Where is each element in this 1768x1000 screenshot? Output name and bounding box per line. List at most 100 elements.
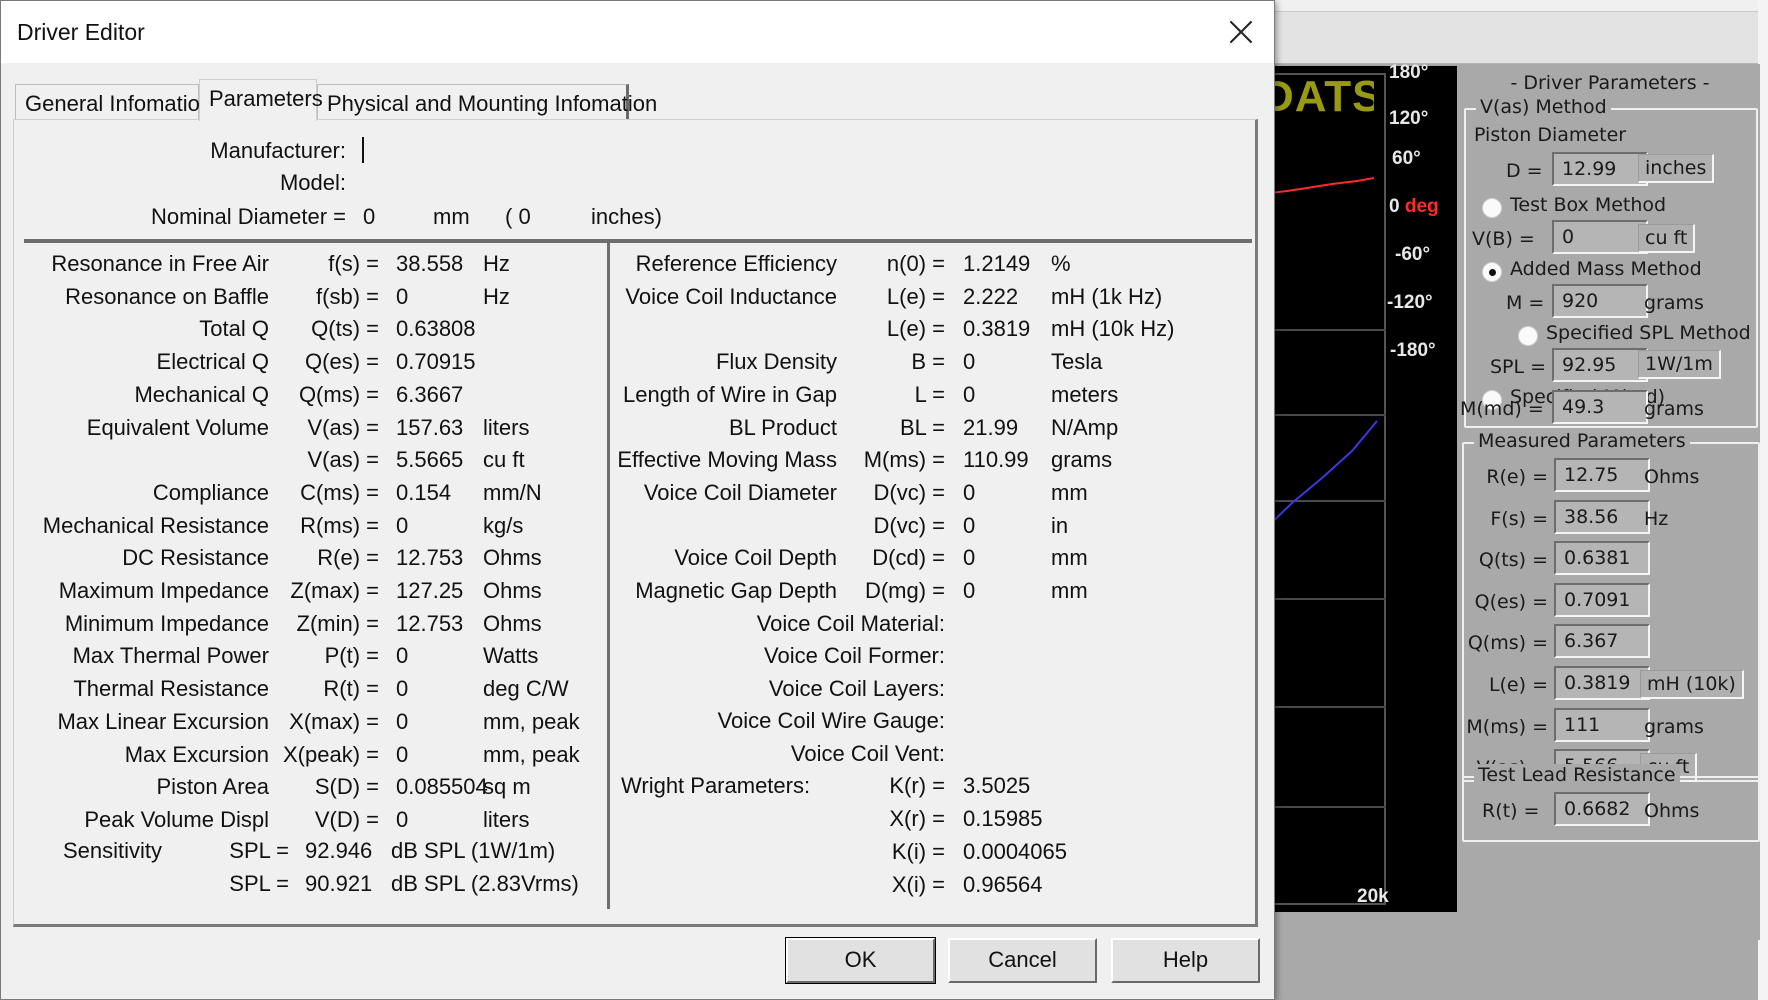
test-lead-resistance-unit: Ohms xyxy=(1644,800,1700,822)
parameter-row: Length of Wire in Gap L = 0 meters xyxy=(1,382,1271,412)
parameter-description: Voice Coil Diameter xyxy=(643,479,837,505)
nominal-diameter-inches-value: ( 0 xyxy=(505,204,531,229)
parameter-unit: mH (10k Hz) xyxy=(1051,316,1175,342)
parameter-unit: N/Amp xyxy=(1051,414,1119,440)
help-button[interactable]: Help xyxy=(1111,938,1260,983)
voice-coil-field-row: Voice Coil Layers: xyxy=(1,676,1271,706)
parameter-symbol: B = xyxy=(911,349,945,375)
test-lead-resistance-field[interactable]: 0.6682 xyxy=(1554,792,1650,826)
phase-tick-label: 120° xyxy=(1389,108,1429,129)
background-toolbar xyxy=(1262,12,1768,64)
graph-traces xyxy=(1262,177,1378,533)
test-box-method-radio[interactable] xyxy=(1482,198,1502,218)
added-mass-field[interactable]: 920 xyxy=(1552,284,1648,318)
parameter-value[interactable]: 0 xyxy=(963,382,1053,408)
wright-parameter-value[interactable]: 3.5025 xyxy=(963,773,1083,799)
parameter-value[interactable]: 0 xyxy=(963,578,1053,604)
header-separator xyxy=(24,239,1252,243)
parameter-value[interactable]: 0.3819 xyxy=(963,316,1053,342)
parameter-unit: grams xyxy=(1051,447,1113,473)
specified-spl-field[interactable]: 92.95 xyxy=(1552,348,1648,382)
parameter-value[interactable]: 0 xyxy=(963,545,1053,571)
manufacturer-field[interactable] xyxy=(367,138,767,166)
measured-parameter-field[interactable]: 6.367 xyxy=(1554,624,1650,659)
voice-coil-field-value[interactable] xyxy=(961,741,1241,769)
parameter-unit: mm xyxy=(1051,545,1088,571)
parameter-description: Length of Wire in Gap xyxy=(622,381,837,407)
parameter-value[interactable]: 110.99 xyxy=(963,447,1053,473)
voice-coil-field-row: Voice Coil Wire Gauge: xyxy=(1,708,1271,738)
phase-zero-label: 0 deg xyxy=(1389,196,1439,218)
manufacturer-label: Manufacturer: xyxy=(210,138,346,163)
parameter-row: Effective Moving Mass M(ms) = 110.99 grams xyxy=(1,447,1271,477)
ok-button[interactable]: OK xyxy=(785,937,936,984)
parameter-value[interactable]: 0 xyxy=(963,480,1053,506)
piston-diameter-field[interactable]: 12.99 xyxy=(1552,152,1648,186)
tab-physical-and-mounting-information[interactable]: Physical and Mounting Infomation xyxy=(317,84,657,120)
specified-spl-method-radio[interactable] xyxy=(1518,326,1538,346)
wright-parameter-value[interactable]: 0.15985 xyxy=(963,806,1083,832)
measured-parameter-field[interactable]: 38.56 xyxy=(1554,499,1650,534)
parameter-value[interactable]: 0 xyxy=(963,513,1053,539)
voice-coil-field-value[interactable] xyxy=(961,611,1241,639)
measured-parameter-field[interactable]: 111 xyxy=(1554,707,1650,742)
test-box-volume-unit[interactable]: cu ft xyxy=(1638,224,1696,253)
model-label: Model: xyxy=(279,170,346,195)
nominal-diameter-label: Nominal Diameter = xyxy=(150,204,346,229)
measured-parameters-group: Measured Parameters R(e) = 12.75 Ohms F(s) … xyxy=(1462,430,1760,784)
wright-parameter-row: K(i) = 0.0004065 xyxy=(1,839,1271,869)
mmd-field[interactable]: 49.3 xyxy=(1552,390,1648,424)
parameter-symbol: D(vc) = xyxy=(873,479,946,505)
close-icon[interactable] xyxy=(1224,15,1258,49)
measured-parameter-field[interactable]: 0.7091 xyxy=(1554,582,1650,617)
specified-spl-method-label: Specified SPL Method xyxy=(1546,322,1751,344)
parameter-unit: mH (1k Hz) xyxy=(1051,283,1163,309)
phase-zero-value: 0 xyxy=(1389,196,1400,217)
measured-parameter-unit: Hz xyxy=(1644,507,1669,530)
phase-trace xyxy=(1262,177,1375,195)
measured-parameter-field[interactable]: 0.3819 xyxy=(1554,666,1650,700)
parameter-row: BL Product BL = 21.99 N/Amp xyxy=(1,415,1271,445)
wright-parameter-value[interactable]: 0.96564 xyxy=(963,872,1083,898)
added-mass-method-radio[interactable] xyxy=(1482,262,1502,282)
measured-parameter-field[interactable]: 0.6381 xyxy=(1554,541,1650,576)
parameter-row: D(vc) = 0 in xyxy=(1,513,1271,543)
parameter-row: Voice Coil Depth D(cd) = 0 mm xyxy=(1,545,1271,575)
specified-spl-unit[interactable]: 1W/1m xyxy=(1638,350,1721,379)
tab-general-information[interactable]: General Infomation xyxy=(15,84,212,120)
measured-parameter-unit[interactable]: mH (10k) xyxy=(1640,670,1744,699)
piston-diameter-unit[interactable]: inches xyxy=(1638,154,1715,183)
parameter-row: L(e) = 0.3819 mH (10k Hz) xyxy=(1,316,1271,346)
measured-parameter-label: Q(ts) = xyxy=(1478,549,1548,572)
test-lead-resistance-title: Test Lead Resistance xyxy=(1474,764,1680,786)
parameter-row: Reference Efficiency n(0) = 1.2149% xyxy=(1,251,1271,281)
measured-parameter-unit: Ohms xyxy=(1644,466,1700,488)
vb-label: V(B) = xyxy=(1472,228,1535,250)
nominal-diameter-inches-unit: inches) xyxy=(591,204,662,229)
mmd-label: M(md) = xyxy=(1460,398,1544,420)
wright-parameter-value[interactable]: 0.0004065 xyxy=(963,839,1083,865)
parameter-value[interactable]: 21.99 xyxy=(963,415,1053,441)
voice-coil-field-value[interactable] xyxy=(961,676,1241,704)
voice-coil-field-value[interactable] xyxy=(961,708,1241,736)
wright-parameter-symbol: K(i) = xyxy=(891,839,945,864)
mmd-unit: grams xyxy=(1644,398,1704,420)
phase-tick-label: 180° xyxy=(1389,62,1429,83)
test-box-volume-field[interactable]: 0 xyxy=(1552,220,1648,254)
wright-parameter-row: K(r) = 3.5025 xyxy=(1,773,1271,803)
model-field[interactable] xyxy=(367,170,767,198)
parameter-symbol: L(e) = xyxy=(886,316,945,342)
parameter-value[interactable]: 1.2149 xyxy=(963,251,1053,277)
parameter-unit: meters xyxy=(1051,381,1119,407)
tab-parameters[interactable]: Parameters xyxy=(199,79,323,121)
dialog-title: Driver Editor xyxy=(17,19,145,45)
parameter-value[interactable]: 0 xyxy=(963,349,1053,375)
measured-parameter-field[interactable]: 12.75 xyxy=(1554,458,1650,492)
voice-coil-field-value[interactable] xyxy=(961,643,1241,671)
parameter-value[interactable]: 2.222 xyxy=(963,284,1053,310)
voice-coil-field-label: Voice Coil Vent: xyxy=(790,740,945,766)
measured-parameter-label: M(ms) = xyxy=(1466,715,1548,738)
parameter-unit: mm xyxy=(1051,578,1088,603)
cancel-button[interactable]: Cancel xyxy=(948,938,1097,983)
parameter-symbol: BL = xyxy=(899,414,945,440)
